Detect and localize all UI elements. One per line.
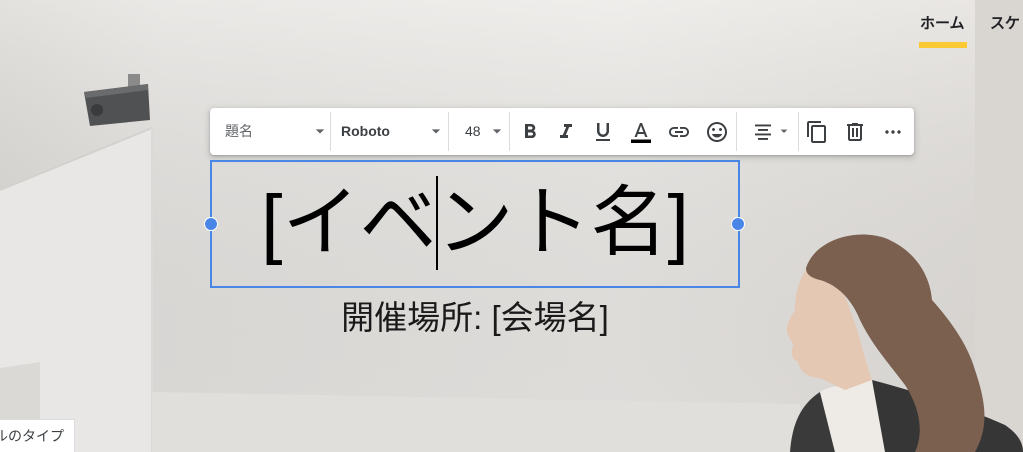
duplicate-button[interactable]: [799, 114, 835, 149]
nav-active-indicator: [919, 42, 967, 48]
bold-button[interactable]: [512, 114, 548, 149]
text-color-icon: [631, 122, 651, 143]
page-subtitle[interactable]: 開催場所: [会場名]: [210, 298, 740, 338]
text-style-dropdown[interactable]: 題名: [210, 114, 330, 149]
more-horiz-icon: [885, 129, 901, 134]
italic-icon: [560, 123, 572, 138]
font-family-dropdown[interactable]: Roboto: [331, 114, 448, 149]
site-editor-canvas: ホーム スケ 題名 Roboto 48 [イベント名] 開催場所: [会場名] …: [0, 0, 1023, 452]
align-center-icon: [755, 124, 771, 140]
trash-icon: [847, 122, 863, 141]
insert-emoji-button[interactable]: [699, 114, 735, 149]
page-title[interactable]: [イベント名]: [212, 178, 738, 268]
header-type-button[interactable]: ルのタイプ: [0, 419, 75, 452]
delete-button[interactable]: [837, 114, 873, 149]
dropdown-arrow-icon: [492, 129, 502, 134]
align-dropdown-button[interactable]: [745, 114, 795, 149]
toolbar-divider: [736, 112, 737, 151]
text-style-value: 題名: [225, 123, 253, 139]
title-text-box[interactable]: [イベント名]: [210, 160, 740, 288]
bold-icon: [525, 123, 536, 138]
underline-icon: [596, 122, 610, 141]
font-size-dropdown[interactable]: 48: [449, 114, 509, 149]
emoji-icon: [707, 121, 727, 142]
text-format-toolbar: 題名 Roboto 48: [210, 108, 914, 155]
copy-icon: [807, 120, 826, 143]
dropdown-arrow-icon: [431, 129, 441, 134]
toolbar-divider: [509, 112, 510, 151]
nav-item-home[interactable]: ホーム: [920, 14, 967, 34]
link-icon: [669, 126, 689, 137]
italic-button[interactable]: [548, 114, 584, 149]
text-color-swatch: [631, 139, 651, 143]
more-options-button[interactable]: [875, 114, 911, 149]
dropdown-arrow-icon: [780, 129, 788, 133]
font-family-value: Roboto: [341, 123, 390, 139]
text-color-button[interactable]: [623, 114, 659, 149]
header-type-label: ルのタイプ: [0, 428, 64, 444]
underline-button[interactable]: [585, 114, 621, 149]
resize-handle-right[interactable]: [731, 217, 745, 231]
dropdown-arrow-icon: [315, 129, 325, 134]
site-nav: ホーム スケ: [0, 0, 1023, 56]
resize-handle-left[interactable]: [204, 217, 218, 231]
nav-item-next[interactable]: スケ: [990, 14, 1023, 34]
font-size-value: 48: [465, 123, 481, 139]
text-cursor: [436, 176, 438, 270]
insert-link-button[interactable]: [661, 114, 697, 149]
